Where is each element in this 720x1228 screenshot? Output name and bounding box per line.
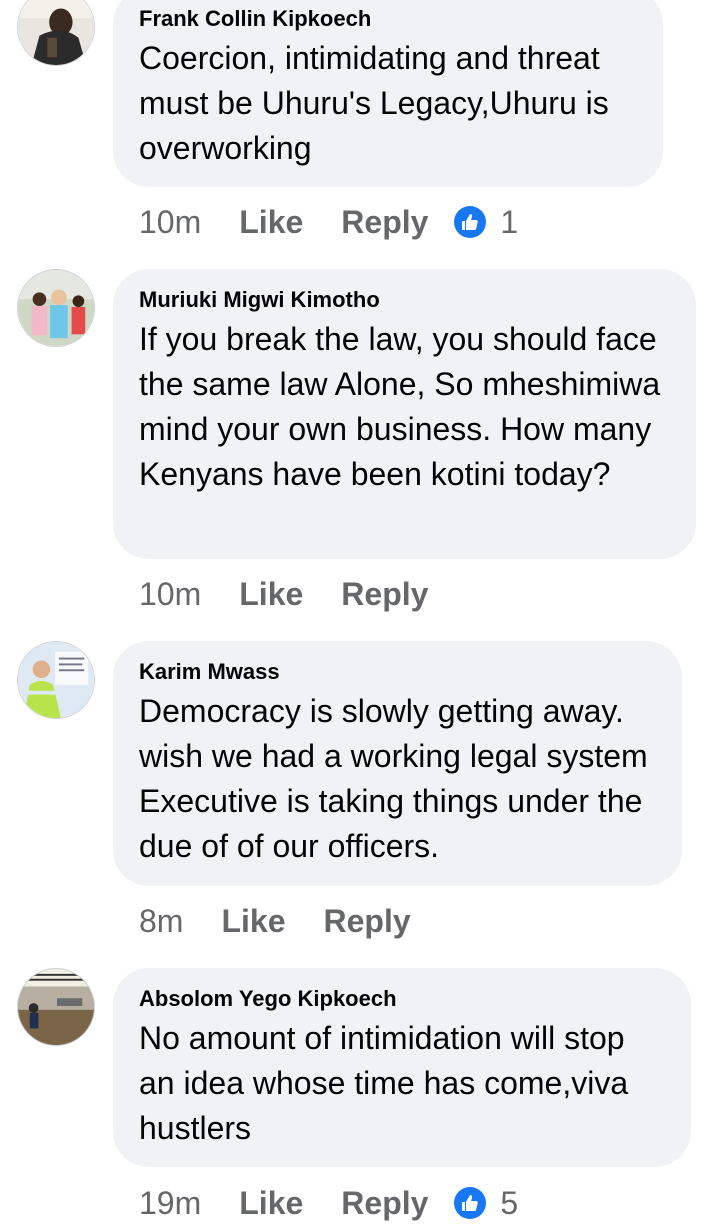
avatar[interactable] — [17, 968, 95, 1046]
reaction-count: 5 — [500, 1184, 519, 1221]
comment-bubble: Karim Mwass Democracy is slowly getting … — [113, 641, 682, 886]
reply-button[interactable]: Reply — [341, 204, 428, 241]
comment-timestamp[interactable]: 10m — [139, 204, 201, 241]
like-button[interactable]: Like — [239, 1185, 303, 1222]
comment-text: No amount of intimidation will stop an i… — [139, 1020, 629, 1146]
thumbs-up-icon — [454, 206, 487, 238]
reaction-summary[interactable]: 1 — [454, 204, 518, 241]
comment-author[interactable]: Absolom Yego Kipkoech — [139, 986, 665, 1012]
profile-photo-icon — [18, 642, 94, 718]
profile-photo-icon — [18, 270, 94, 346]
reply-button[interactable]: Reply — [341, 576, 428, 613]
profile-photo-icon — [18, 969, 94, 1045]
reaction-count: 1 — [500, 203, 519, 240]
like-button[interactable]: Like — [221, 903, 285, 940]
profile-photo-icon — [18, 0, 94, 65]
reply-button[interactable]: Reply — [323, 903, 410, 940]
avatar[interactable] — [17, 641, 95, 719]
comment-actions: 8m Like Reply — [139, 901, 449, 941]
comment-text: If you break the law, you should face th… — [139, 321, 661, 492]
reaction-summary[interactable]: 5 — [454, 1185, 518, 1222]
avatar[interactable] — [17, 269, 95, 347]
comment-actions: 10m Like Reply — [139, 574, 466, 614]
comment-bubble: Absolom Yego Kipkoech No amount of intim… — [113, 968, 691, 1167]
comment-timestamp[interactable]: 10m — [139, 576, 201, 613]
comment-bubble: Muriuki Migwi Kimotho If you break the l… — [113, 269, 696, 559]
avatar[interactable] — [17, 0, 95, 66]
comment-timestamp[interactable]: 19m — [139, 1185, 201, 1222]
comment-text: Coercion, intimidating and threat must b… — [139, 40, 609, 166]
comment-text: Democracy is slowly getting away. wish w… — [139, 693, 648, 864]
thumbs-up-icon — [454, 1187, 487, 1219]
like-button[interactable]: Like — [239, 576, 303, 613]
comment-author[interactable]: Frank Collin Kipkoech — [139, 6, 637, 32]
comment-actions: 19m Like Reply 5 — [139, 1183, 518, 1223]
reply-button[interactable]: Reply — [341, 1185, 428, 1222]
comment-author[interactable]: Muriuki Migwi Kimotho — [139, 287, 670, 313]
comment-actions: 10m Like Reply 1 — [139, 202, 518, 242]
comment-bubble: Frank Collin Kipkoech Coercion, intimida… — [113, 0, 663, 187]
like-button[interactable]: Like — [239, 204, 303, 241]
comment-author[interactable]: Karim Mwass — [139, 659, 656, 685]
comment-timestamp[interactable]: 8m — [139, 903, 183, 940]
